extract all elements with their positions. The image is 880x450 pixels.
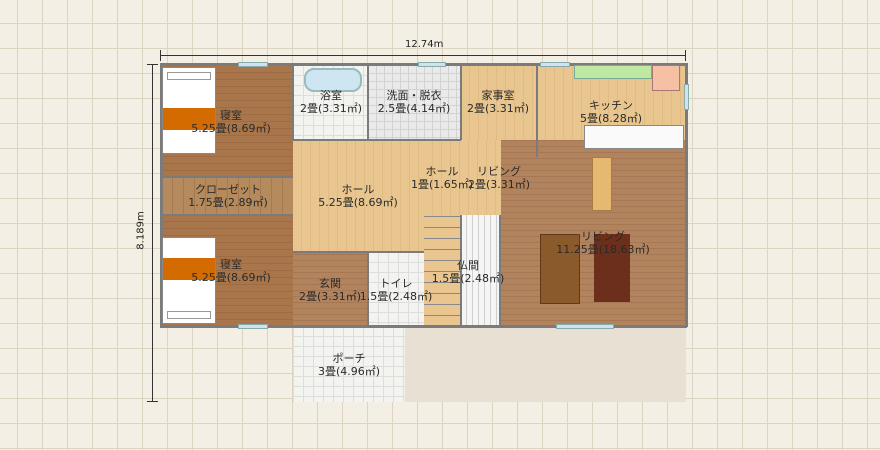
height-dimension-line xyxy=(152,64,153,402)
toilet-name: トイレ xyxy=(379,277,413,290)
wall-bedroom1-right xyxy=(292,65,294,140)
living-area: 11.25畳(18.63㎡) xyxy=(556,243,650,256)
room-label-toilet: トイレ 1.5畳(2.48㎡) xyxy=(360,277,433,303)
living-small-area: 2畳(3.31㎡) xyxy=(467,178,531,191)
wall-bath-right xyxy=(367,65,369,140)
toilet-area: 1.5畳(2.48㎡) xyxy=(359,290,433,303)
window-living-bottom xyxy=(556,324,614,329)
bath-area: 2畳(3.31㎡) xyxy=(299,102,363,115)
bedroom1-name: 寝室 xyxy=(219,109,242,122)
washroom-area: 2.5畳(4.14㎡) xyxy=(377,102,451,115)
room-label-washroom: 洗面・脱衣 2.5畳(4.14㎡) xyxy=(378,89,451,115)
altar-room-name: 仏間 xyxy=(456,259,479,272)
bath-name: 浴室 xyxy=(319,89,342,102)
height-dimension-tick-top xyxy=(147,64,158,65)
bedroom2-area: 5.25畳(8.69㎡) xyxy=(191,271,271,284)
room-label-hall-small: ホール 1畳(1.65㎡) xyxy=(411,165,473,191)
dining-table xyxy=(592,157,612,211)
window-kitchen-top xyxy=(540,62,570,67)
room-label-entrance: 玄関 2畳(3.31㎡) xyxy=(299,277,361,303)
wall-closet-top xyxy=(162,176,293,178)
living-small-name: リビング xyxy=(476,165,521,178)
window-bedroom2-bottom xyxy=(238,324,268,329)
hall-name: ホール xyxy=(341,183,375,196)
width-dimension-tick-right xyxy=(685,50,686,61)
porch-name: ポーチ xyxy=(332,352,366,365)
room-label-porch: ポーチ 3畳(4.96㎡) xyxy=(318,352,380,378)
entrance-area: 2畳(3.31㎡) xyxy=(298,290,362,303)
hall-area: 5.25畳(8.69㎡) xyxy=(318,196,398,209)
utility-name: 家事室 xyxy=(481,89,515,102)
width-dimension-tick-left xyxy=(160,50,161,61)
room-label-living: リビング 11.25畳(18.63㎡) xyxy=(556,230,650,256)
room-label-bedroom2: 寝室 5.25畳(8.69㎡) xyxy=(191,258,271,284)
kitchen-island xyxy=(584,125,684,149)
entrance-name: 玄関 xyxy=(318,277,341,290)
height-dimension-tick-bottom xyxy=(147,401,158,402)
room-label-bedroom1: 寝室 5.25畳(8.69㎡) xyxy=(191,109,271,135)
closet-area: 1.75畳(2.89㎡) xyxy=(188,196,268,209)
window-bedroom1-top xyxy=(238,62,268,67)
room-label-living-small: リビング 2畳(3.31㎡) xyxy=(468,165,530,191)
height-dimension-label: 8.189m xyxy=(135,211,147,250)
hall-small-area: 1畳(1.65㎡) xyxy=(410,178,474,191)
kitchen-counter xyxy=(574,65,652,79)
porch-area: 3畳(4.96㎡) xyxy=(317,365,381,378)
room-label-closet: クローゼット 1.75畳(2.89㎡) xyxy=(188,183,268,209)
wall-hall-bottom xyxy=(293,251,424,253)
kitchen-area: 5畳(8.28㎡) xyxy=(579,112,643,125)
wall-wash-right xyxy=(460,65,462,140)
window-wash-top xyxy=(418,62,446,67)
wall-closet-bottom xyxy=(162,214,293,216)
altar-room-area: 1.5畳(2.48㎡) xyxy=(431,272,505,285)
room-label-bath: 浴室 2畳(3.31㎡) xyxy=(300,89,362,115)
width-dimension-line xyxy=(160,55,686,56)
bedroom1-area: 5.25畳(8.69㎡) xyxy=(191,122,271,135)
hall-small-name: ホール xyxy=(425,165,459,178)
room-label-kitchen: キッチン 5畳(8.28㎡) xyxy=(580,99,642,125)
living-name: リビング xyxy=(580,230,625,243)
refrigerator xyxy=(652,65,680,91)
wall-top-row-bottom xyxy=(293,139,461,141)
closet-name: クローゼット xyxy=(194,183,261,196)
width-dimension-label: 12.74m xyxy=(405,39,444,50)
washroom-name: 洗面・脱衣 xyxy=(386,89,442,102)
wall-kitchen-left xyxy=(536,65,538,157)
bedroom2-name: 寝室 xyxy=(219,258,242,271)
window-kitchen-right xyxy=(684,84,689,110)
yard-area xyxy=(405,326,686,402)
room-label-hall: ホール 5.25畳(8.69㎡) xyxy=(318,183,398,209)
room-label-altar-room: 仏間 1.5畳(2.48㎡) xyxy=(432,259,505,285)
kitchen-name: キッチン xyxy=(588,99,633,112)
utility-area: 2畳(3.31㎡) xyxy=(466,102,530,115)
room-label-utility: 家事室 2畳(3.31㎡) xyxy=(467,89,529,115)
